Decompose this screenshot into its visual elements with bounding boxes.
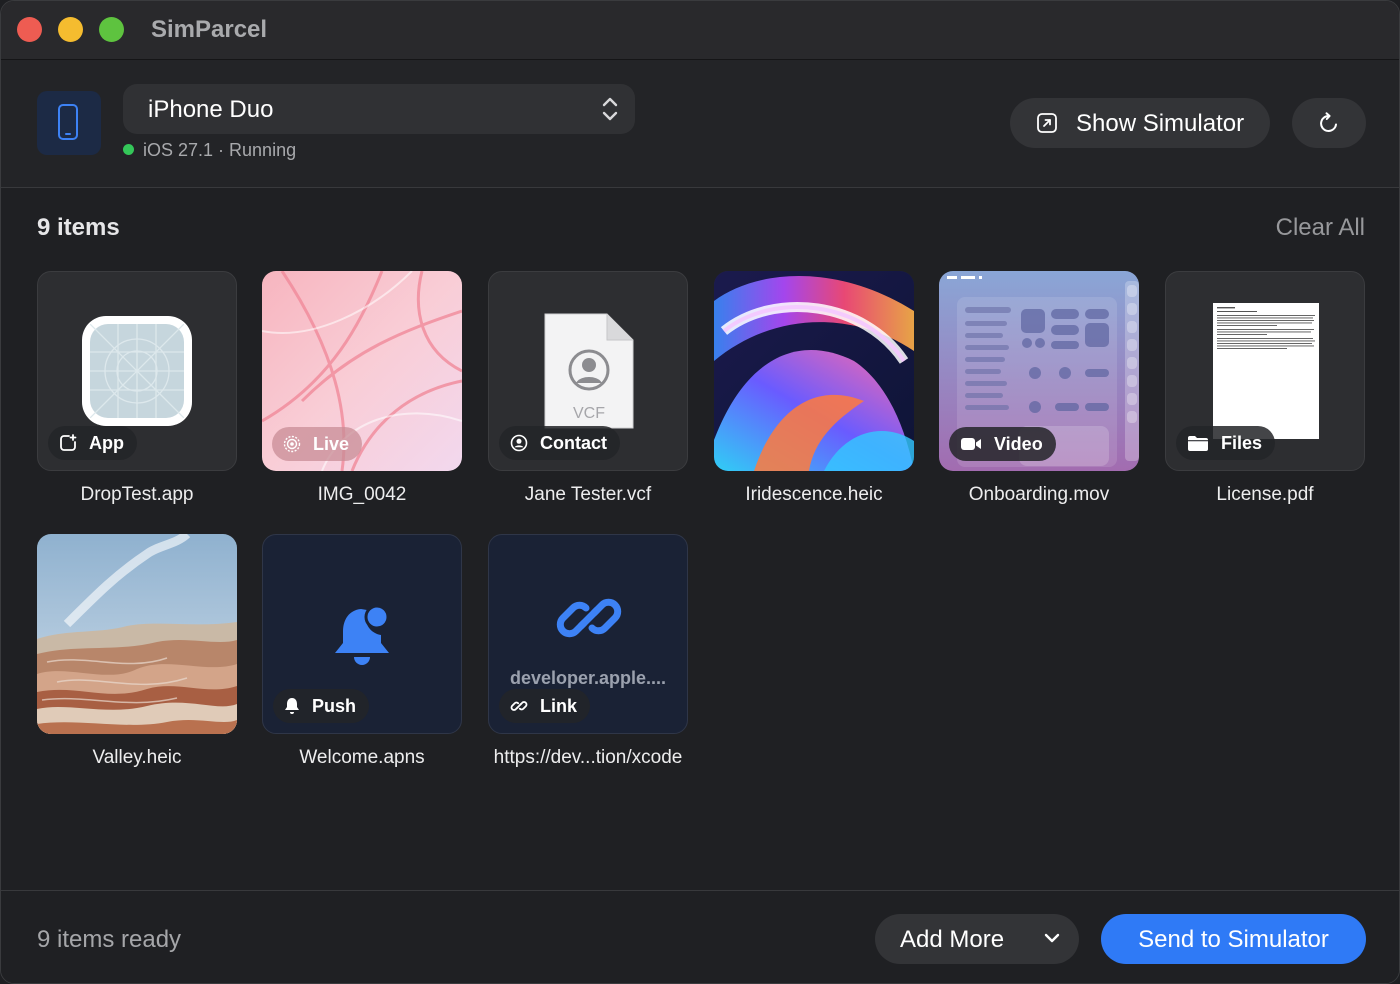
up-down-chevron-icon [602,97,618,121]
refresh-icon [1320,112,1337,132]
item-tile-image[interactable] [714,271,914,471]
item-tile-app[interactable]: App [37,271,237,471]
ready-status: 9 items ready [37,926,182,953]
item-tile-video[interactable]: Video [939,271,1139,471]
valley-landscape-image [37,534,237,734]
app-template-grid-icon [90,324,184,418]
device-name: iPhone Duo [148,96,274,123]
clear-all-button[interactable]: Clear All [1276,214,1365,242]
pdf-page-preview [1213,303,1319,439]
item-caption: Iridescence.heic [745,484,883,505]
device-selector[interactable]: iPhone Duo [123,84,635,134]
item-tile-link[interactable]: developer.apple.... Link [488,534,688,734]
device-header: iPhone Duo iOS 27.1 · Running Show Simul… [1,60,1399,188]
item-badge-label: Video [994,433,1043,454]
folder-icon [1188,435,1208,451]
item-caption: Welcome.apns [299,747,425,768]
chevron-down-icon[interactable] [1043,932,1061,944]
bell-notification-icon [335,604,390,665]
item-tile-image[interactable] [37,534,237,734]
item-tile-files[interactable]: Files [1165,271,1365,471]
item-badge-label: Files [1221,432,1263,453]
item-badge: Video [949,427,1056,461]
link-preview-text: developer.apple.... [509,668,667,688]
item-caption: IMG_0042 [317,484,407,505]
link-chain-icon [556,598,622,638]
item-tile-live[interactable]: Live [262,271,462,471]
item-caption: DropTest.app [80,484,194,505]
item-badge-label: App [89,432,124,453]
pdf-text-lines [1217,307,1315,349]
iridescent-wallpaper-image [714,271,914,471]
running-status-dot [123,144,134,155]
device-status: iOS 27.1 · Running [123,140,296,161]
phone-icon [58,104,78,140]
footer-bar: 9 items ready Add More Send to Simulator [1,890,1399,983]
show-simulator-label: Show Simulator [1076,110,1245,137]
item-badge: App [48,426,137,460]
item-badge-label: Contact [540,432,607,453]
item-badge-label: Live [313,433,350,454]
send-to-simulator-label: Send to Simulator [1138,926,1329,953]
item-badge: Push [273,689,370,723]
item-badge-label: Push [312,695,357,716]
refresh-button[interactable] [1292,98,1366,148]
device-status-text: iOS 27.1 · Running [143,140,297,160]
item-badge: Link [499,689,591,723]
item-badge-label: Link [540,695,578,716]
vcf-label: VCF [573,405,605,422]
app-icon [60,434,77,451]
item-caption: https://dev...tion/xcode [493,747,683,768]
title-bar: SimParcel [1,1,1399,60]
items-count: 9 items [37,214,120,241]
maximize-window-button[interactable] [99,17,124,42]
item-badge: Contact [499,426,620,460]
item-tile-contact[interactable]: VCF Contact [488,271,688,471]
app-icon-preview [82,316,192,426]
window-title: SimParcel [151,16,268,43]
close-window-button[interactable] [17,17,42,42]
item-badge: Live [272,427,363,461]
add-more-label: Add More [900,926,1005,953]
minimize-window-button[interactable] [58,17,83,42]
item-caption: Jane Tester.vcf [524,484,652,505]
contact-icon [510,434,528,452]
item-badge: Files [1176,426,1276,460]
item-caption: Onboarding.mov [968,484,1110,505]
link-icon [510,701,528,711]
item-tile-push[interactable]: Push [262,534,462,734]
send-to-simulator-button[interactable]: Send to Simulator [1101,914,1366,964]
live-photo-icon [283,435,301,453]
item-caption: Valley.heic [92,747,182,768]
open-external-icon [1037,113,1057,133]
bell-icon [285,698,299,714]
add-more-button[interactable]: Add More [875,914,1079,964]
show-simulator-button[interactable]: Show Simulator [1010,98,1270,148]
device-icon-tile [37,91,101,155]
video-icon [961,438,981,450]
item-caption: License.pdf [1216,484,1314,505]
app-window: SimParcel iPhone Duo iOS 27.1 · Running … [0,0,1400,984]
